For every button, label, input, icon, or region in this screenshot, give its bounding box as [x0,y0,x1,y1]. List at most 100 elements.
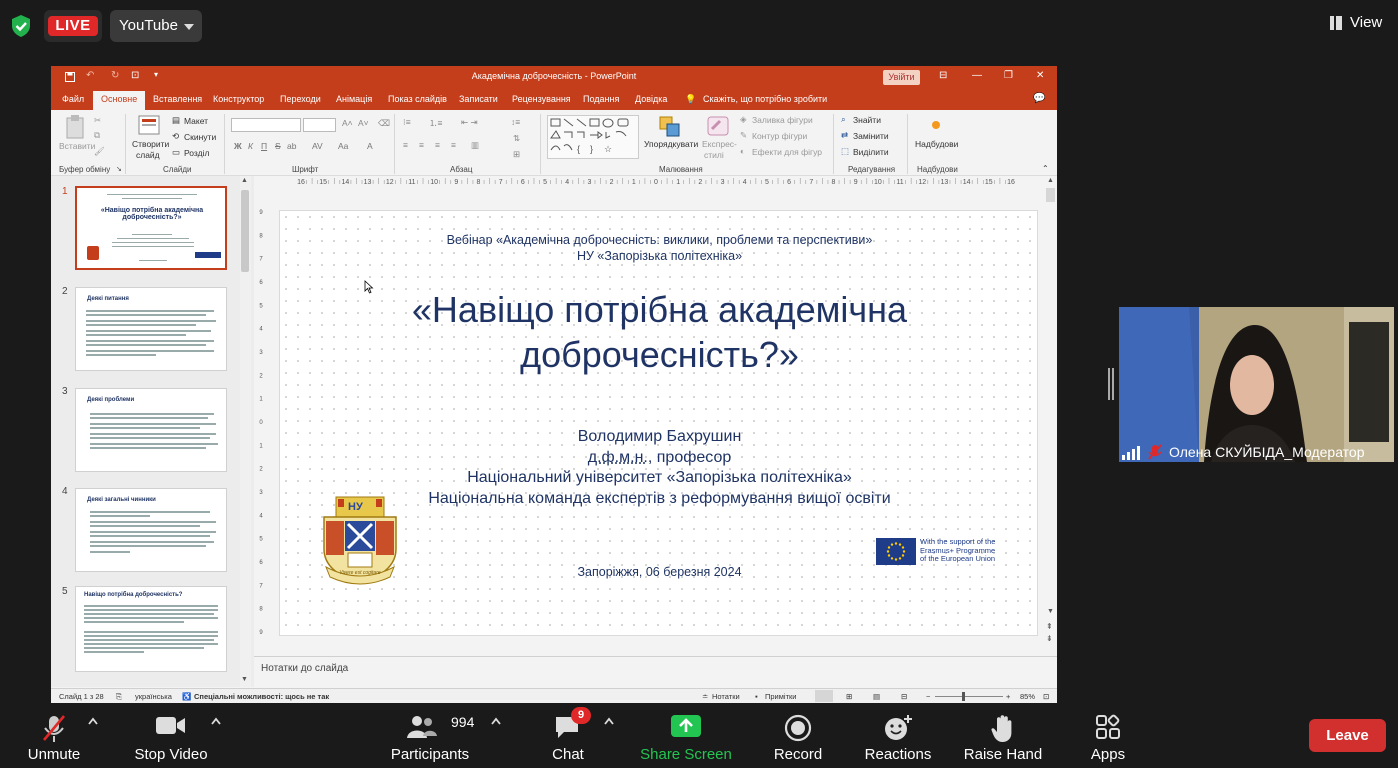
tab-file[interactable]: Файл [62,94,84,104]
unmute-button[interactable]: Unmute [12,708,96,768]
stream-target-dropdown[interactable]: YouTube [110,10,202,42]
cut-icon[interactable]: ✂ [94,115,101,126]
security-shield-icon[interactable] [8,13,34,39]
panel-resize-handle[interactable] [1108,368,1114,400]
shape-fill-button[interactable]: Заливка фігури [752,115,813,125]
paste-icon[interactable] [65,115,85,139]
indent-icon[interactable]: ⇤ ⇥ [461,117,478,128]
slide-canvas[interactable]: Вебінар «Академічна доброчесність: викли… [279,210,1038,636]
replace-button[interactable]: Замінити [853,131,889,141]
select-button[interactable]: Виділити [853,147,889,157]
reactions-button[interactable]: Reactions [860,708,936,768]
collapse-ribbon-icon[interactable]: ⌃ [1042,164,1049,173]
accessibility-status[interactable]: Спеціальні можливості: щось не так [194,692,329,701]
chevron-up-icon[interactable] [87,716,99,726]
thumbnail-slide-5[interactable]: Навіщо потрібна доброчесність? [75,586,227,672]
paste-label[interactable]: Вставити [59,141,95,151]
thumbnail-slide-3[interactable]: Деякі проблеми [75,388,227,472]
thumbnail-slide-1[interactable]: «Навіщо потрібна академічна доброчесніст… [75,186,227,270]
align-center-icon[interactable]: ≡ [419,140,424,150]
scrollbar-thumb[interactable] [241,190,249,272]
new-slide-label-2[interactable]: слайд [136,150,160,160]
comments-toggle[interactable]: Примітки [765,692,796,701]
find-button[interactable]: Знайти [853,115,881,125]
minimize-icon[interactable]: — [972,70,982,81]
fit-slide-icon[interactable]: ⊡ [1043,692,1049,701]
normal-view-icon[interactable] [815,690,833,702]
chevron-up-icon[interactable] [490,716,502,726]
section-button[interactable]: Розділ [184,148,209,158]
tab-design[interactable]: Конструктор [213,94,264,104]
arrange-icon[interactable] [658,115,682,139]
share-screen-button[interactable]: Share Screen [637,708,735,768]
slide-scrollbar[interactable]: ▲ ▼ ⇞ ⇟ [1045,176,1056,646]
tell-me-search[interactable]: Скажіть, що потрібно зробити [703,94,827,104]
columns-icon[interactable]: ▥ [471,140,479,151]
scroll-up-icon[interactable]: ▲ [1047,177,1054,184]
chevron-up-icon[interactable] [603,716,615,726]
grow-font-icon[interactable]: A˄ [342,118,353,128]
text-direction-icon[interactable]: ⇅ [513,133,520,144]
apps-button[interactable]: Apps [1078,708,1138,768]
view-button[interactable]: View [1330,12,1390,34]
font-color-icon[interactable]: A [367,141,373,151]
clear-format-icon[interactable]: ⌫ [378,118,390,129]
reset-button[interactable]: Скинути [184,132,216,142]
tab-insert[interactable]: Вставлення [153,94,202,104]
accessibility-icon[interactable]: ♿ [182,692,191,701]
tab-view[interactable]: Подання [583,94,619,104]
zoom-slider[interactable] [935,696,1003,697]
scrollbar-thumb[interactable] [1046,188,1055,202]
smartart-icon[interactable]: ⊞ [513,149,520,160]
language-label[interactable]: українська [135,692,172,701]
tab-help[interactable]: Довідка [635,94,667,104]
notes-toggle[interactable]: Нотатки [712,692,740,701]
tab-record[interactable]: Записати [459,94,498,104]
scroll-down-icon[interactable]: ▼ [241,676,248,683]
scroll-up-icon[interactable]: ▲ [241,177,248,184]
next-slide-icon[interactable]: ⇟ [1046,634,1053,643]
addins-icon[interactable] [929,118,943,132]
zoom-level[interactable]: 85% [1020,692,1035,701]
chat-button[interactable]: 9 Chat [536,707,600,768]
bold-icon[interactable]: Ж [234,141,242,151]
shape-effects-button[interactable]: Ефекти для фігур [752,147,822,157]
shape-outline-button[interactable]: Контур фігури [752,131,807,141]
tab-home[interactable]: Основне [93,91,146,110]
comments-icon[interactable]: 💬 [1033,93,1045,104]
zoom-slider-thumb[interactable] [962,692,965,701]
tab-transitions[interactable]: Переходи [280,94,321,104]
scroll-down-icon[interactable]: ▼ [1047,608,1054,615]
maximize-icon[interactable]: ❐ [1004,70,1013,81]
previous-slide-icon[interactable]: ⇞ [1046,622,1053,631]
new-slide-label-1[interactable]: Створити [132,139,169,149]
new-slide-icon[interactable] [138,115,160,135]
spellcheck-icon[interactable]: ⎘ [116,692,122,702]
quick-styles-label-1[interactable]: Експрес- [702,139,737,149]
tab-review[interactable]: Рецензування [512,94,571,104]
italic-icon[interactable]: К [248,141,253,151]
live-indicator[interactable]: LIVE [44,10,102,42]
shrink-font-icon[interactable]: A˅ [358,118,369,128]
char-spacing-icon[interactable]: AV [312,141,323,151]
font-name-box[interactable] [231,118,301,132]
shapes-gallery[interactable]: {} ☆ [547,115,639,159]
format-painter-icon[interactable]: 🖌 [94,146,105,157]
layout-button[interactable]: Макет [184,116,208,126]
line-spacing-icon[interactable]: ↕≡ [511,117,520,127]
thumbnail-slide-2[interactable]: Деякі питання [75,287,227,371]
participants-button[interactable]: 994 Participants [388,708,475,768]
reading-view-icon[interactable]: ▤ [873,692,880,701]
stop-video-button[interactable]: Stop Video [126,708,216,768]
thumbnails-scrollbar[interactable]: ▲ ▼ [240,176,251,687]
tab-animations[interactable]: Анімація [336,94,372,104]
arrange-label[interactable]: Упорядкувати [644,139,698,149]
underline-icon[interactable]: П [261,141,267,151]
strikethrough-icon[interactable]: S [275,141,281,151]
thumbnail-slide-4[interactable]: Деякі загальні чинники [75,488,227,572]
change-case-icon[interactable]: Aa [338,141,348,151]
numbering-icon[interactable]: ⒈≡ [429,117,442,129]
ribbon-display-icon[interactable]: ⊟ [939,70,947,81]
raise-hand-button[interactable]: Raise Hand [960,708,1046,768]
copy-icon[interactable]: ⧉ [94,130,100,141]
